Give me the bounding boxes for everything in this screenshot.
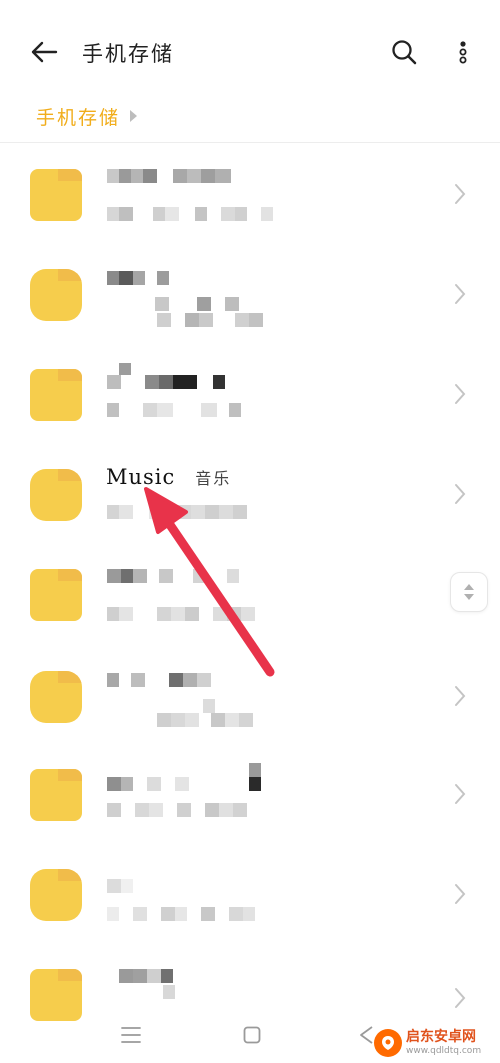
blurred-meta <box>107 803 247 817</box>
folder-icon <box>30 469 82 521</box>
blurred-name <box>107 879 133 893</box>
folder-icon <box>30 671 82 723</box>
blurred-name <box>107 969 173 983</box>
list-item[interactable] <box>0 343 500 443</box>
list-item-music[interactable]: Music 音乐 <box>0 443 500 543</box>
list-item[interactable] <box>0 543 500 643</box>
list-item[interactable] <box>0 643 500 743</box>
watermark: 启东安卓网 www.qdldtq.com <box>374 1024 500 1062</box>
folder-name-subtitle: 音乐 <box>195 469 232 488</box>
back-triangle-icon <box>360 1026 373 1044</box>
list-item[interactable] <box>0 743 500 843</box>
up-down-arrows-icon <box>464 584 474 600</box>
menu-icon <box>121 1027 141 1043</box>
system-back-button[interactable] <box>356 1023 376 1047</box>
blurred-meta <box>107 713 253 727</box>
blurred-name <box>107 169 231 183</box>
blurred-meta <box>107 207 273 221</box>
more-vertical-icon <box>459 41 467 64</box>
blurred-meta <box>107 297 239 311</box>
blurred-meta <box>107 907 255 921</box>
list-item[interactable] <box>0 943 500 1023</box>
file-list: Music 音乐 <box>0 143 500 1023</box>
home-square-icon <box>243 1026 261 1044</box>
page-title: 手机存储 <box>82 42 174 66</box>
home-button[interactable] <box>240 1023 264 1047</box>
breadcrumb-separator-icon <box>130 110 138 122</box>
blurred-name <box>107 673 211 687</box>
chevron-right-icon <box>453 683 467 709</box>
more-options-button[interactable] <box>446 34 480 70</box>
arrow-left-icon <box>31 41 58 63</box>
watermark-title: 启东安卓网 <box>406 1029 476 1045</box>
blurred-meta <box>107 403 241 417</box>
back-button[interactable] <box>26 34 62 70</box>
menu-button[interactable] <box>117 1023 145 1047</box>
blurred-name <box>107 777 261 791</box>
search-button[interactable] <box>386 34 422 70</box>
list-item[interactable] <box>0 843 500 943</box>
list-item[interactable] <box>0 143 500 243</box>
blurred-name <box>107 569 239 583</box>
blurred-name <box>107 375 225 389</box>
folder-icon <box>30 369 82 421</box>
breadcrumb-item-phone-storage[interactable]: 手机存储 <box>36 103 120 130</box>
folder-icon <box>30 869 82 921</box>
breadcrumb: 手机存储 <box>36 100 138 132</box>
chevron-right-icon <box>453 781 467 807</box>
watermark-logo-icon <box>374 1029 402 1057</box>
folder-name-label: Music <box>106 465 176 489</box>
blurred-name <box>107 271 169 285</box>
blurred-meta <box>107 985 175 999</box>
folder-icon <box>30 269 82 321</box>
chevron-right-icon <box>453 985 467 1011</box>
blurred-meta <box>107 505 247 519</box>
top-app-bar: 手机存储 <box>0 0 500 100</box>
list-item[interactable] <box>0 243 500 343</box>
blurred-meta <box>107 313 263 327</box>
chevron-right-icon <box>453 381 467 407</box>
chevron-right-icon <box>453 281 467 307</box>
chevron-right-icon <box>453 481 467 507</box>
watermark-url: www.qdldtq.com <box>406 1046 482 1056</box>
folder-icon <box>30 769 82 821</box>
chevron-right-icon <box>453 881 467 907</box>
blurred-name <box>107 763 261 777</box>
blurred-meta <box>107 607 255 621</box>
folder-icon <box>30 169 82 221</box>
blurred-meta <box>107 699 215 713</box>
search-icon <box>392 40 417 65</box>
fast-scroll-handle[interactable] <box>450 572 488 612</box>
folder-name: Music 音乐 <box>106 465 231 489</box>
folder-icon <box>30 569 82 621</box>
chevron-right-icon <box>453 181 467 207</box>
